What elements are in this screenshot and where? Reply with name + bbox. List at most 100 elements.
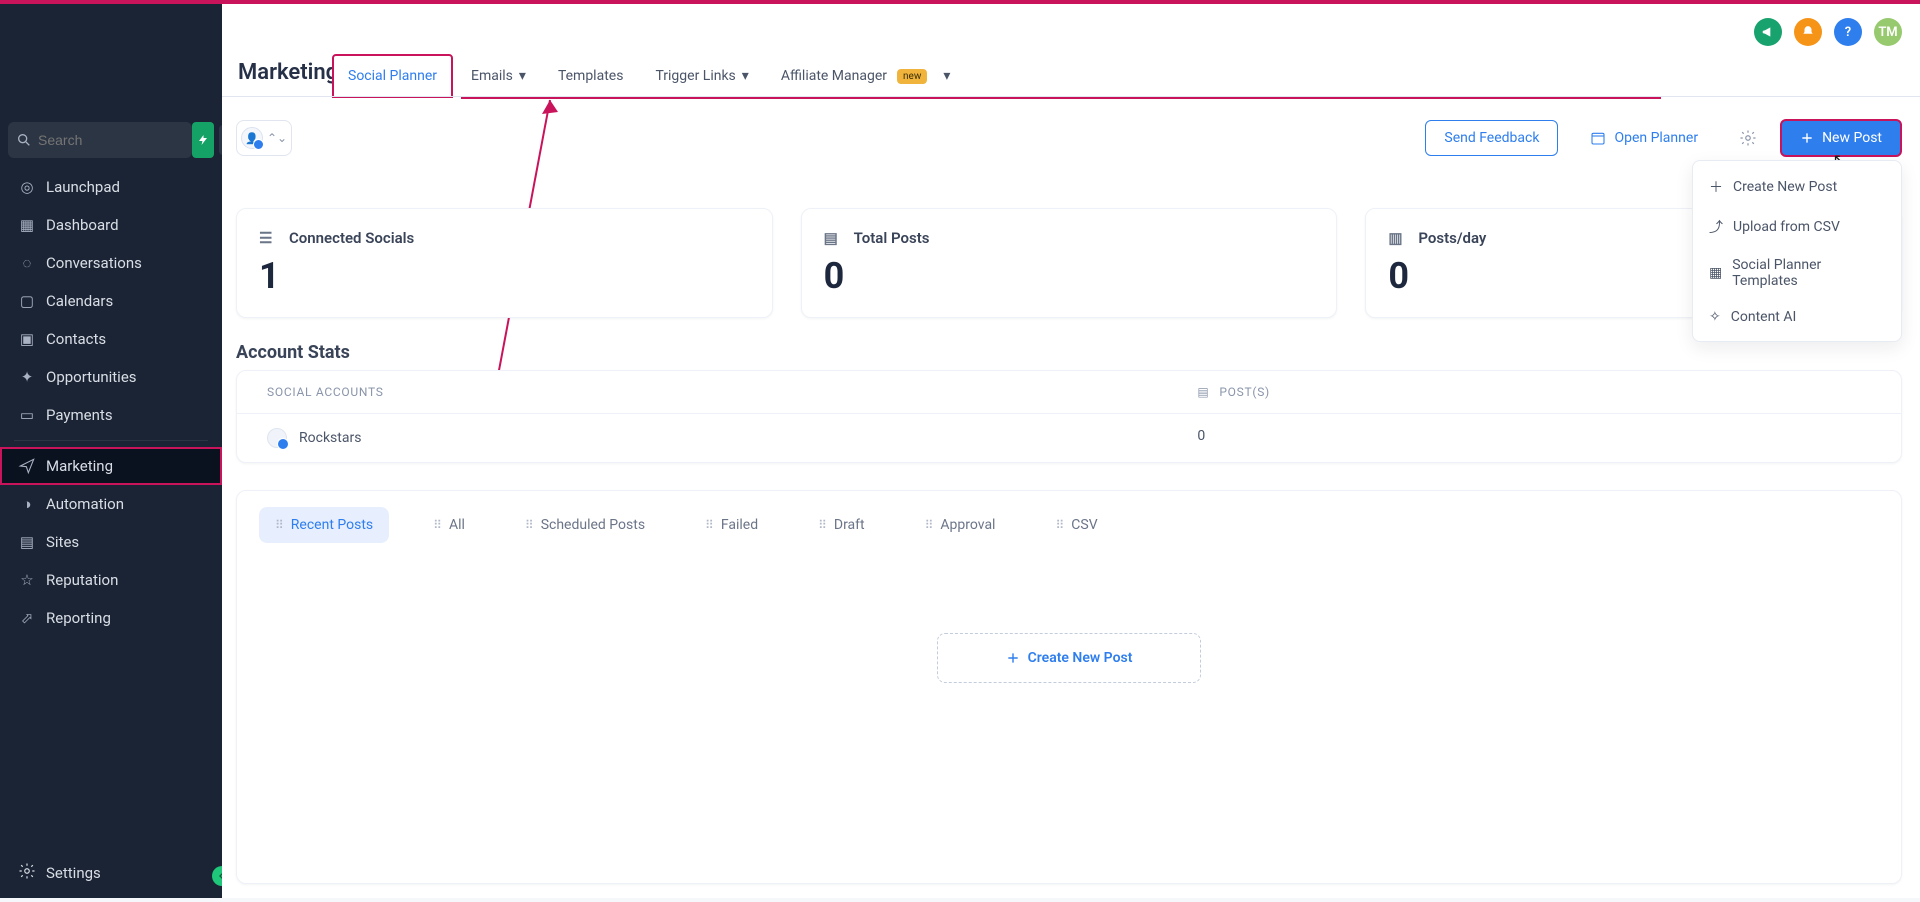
sidebar-item-calendars[interactable]: ▢ Calendars bbox=[0, 282, 222, 320]
announcements-button[interactable] bbox=[1754, 18, 1782, 46]
megaphone-icon bbox=[1761, 25, 1775, 39]
search-icon bbox=[16, 132, 32, 148]
open-planner-button[interactable]: Open Planner bbox=[1572, 120, 1716, 156]
sidebar-item-label: Marketing bbox=[46, 457, 113, 475]
stat-total-posts: ▤Total Posts 0 bbox=[801, 208, 1338, 318]
sidebar-separator bbox=[14, 440, 208, 441]
create-label: Create New Post bbox=[1028, 650, 1133, 666]
stat-connected-socials: ☰ Connected Socials 1 bbox=[236, 208, 773, 318]
account-stats-table: SOCIAL ACCOUNTS ▤POST(S) Rockstars 0 bbox=[236, 370, 1902, 463]
send-icon bbox=[18, 457, 36, 475]
ptab-label: Failed bbox=[721, 517, 758, 533]
tabs: Social Planner Emails ▾ Templates Trigger… bbox=[332, 54, 964, 98]
posts-card: ⠿Recent Posts ⠿All ⠿ Scheduled Posts ⠿ Fai… bbox=[236, 490, 1902, 884]
nodes-icon: ✦ bbox=[18, 368, 36, 386]
ptab-label: CSV bbox=[1071, 517, 1097, 533]
ptab-failed[interactable]: ⠿ Failed bbox=[689, 507, 774, 543]
drag-icon: ⠿ bbox=[705, 518, 713, 532]
star-icon: ☆ bbox=[18, 571, 36, 589]
plus-icon bbox=[1800, 131, 1814, 145]
sidebar-nav: ◎Launchpad ▦Dashboard ◌Conversations ▢ Ca… bbox=[0, 168, 222, 637]
chevron-down-icon: ▾ bbox=[943, 68, 950, 84]
new-badge: new bbox=[897, 69, 927, 84]
help-button[interactable]: ? bbox=[1834, 18, 1862, 46]
notifications-button[interactable] bbox=[1794, 18, 1822, 46]
sidebar-item-label: Contacts bbox=[46, 330, 106, 348]
tab-emails[interactable]: Emails ▾ bbox=[457, 56, 540, 96]
question-icon: ? bbox=[1845, 25, 1851, 40]
tab-templates[interactable]: Templates bbox=[544, 56, 638, 96]
sidebar-item-opportunities[interactable]: ✦ Opportunities bbox=[0, 358, 222, 396]
tab-affiliate-manager[interactable]: Affiliate Manager new ▾ bbox=[767, 56, 965, 96]
stat-label: Posts/day bbox=[1418, 229, 1486, 247]
social-account-selector[interactable]: 👤 ⌃⌄ bbox=[236, 120, 292, 156]
sidebar-item-sites[interactable]: ▤Sites bbox=[0, 523, 222, 561]
dropdown-label: Create New Post bbox=[1733, 179, 1837, 195]
stat-value: 1 bbox=[259, 255, 750, 297]
stat-label: Connected Socials bbox=[289, 229, 414, 247]
upload-icon: ⤴ bbox=[1709, 217, 1723, 237]
dropdown-upload-csv[interactable]: ⤴Upload from CSV bbox=[1693, 207, 1901, 247]
avatar[interactable]: TM bbox=[1874, 18, 1902, 46]
ptab-label: Scheduled Posts bbox=[541, 517, 645, 533]
drag-icon: ⠿ bbox=[925, 518, 933, 532]
sidebar-item-contacts[interactable]: ▣ Contacts bbox=[0, 320, 222, 358]
plus-icon: ＋ bbox=[1709, 177, 1723, 197]
sidebar-item-label: Payments bbox=[46, 406, 113, 424]
sidebar-item-reporting[interactable]: ⬀ Reporting bbox=[0, 599, 222, 637]
drag-icon: ⠿ bbox=[525, 518, 533, 532]
ptab-approval[interactable]: ⠿Approval bbox=[909, 507, 1012, 543]
ptab-recent-posts[interactable]: ⠿Recent Posts bbox=[259, 507, 389, 543]
tab-label: Affiliate Manager bbox=[781, 68, 887, 84]
sidebar-item-label: Reporting bbox=[46, 609, 111, 627]
posts-icon: ▤ bbox=[1197, 385, 1209, 399]
sidebar-item-label: Automation bbox=[46, 495, 124, 513]
rocket-icon: ◎ bbox=[18, 178, 36, 196]
ptab-all[interactable]: ⠿All bbox=[417, 507, 481, 543]
account-posts: 0 bbox=[1197, 428, 1205, 444]
sidebar-item-label: Opportunities bbox=[46, 368, 137, 386]
sidebar-item-payments[interactable]: ▭Payments bbox=[0, 396, 222, 434]
drag-icon: ⠿ bbox=[818, 518, 826, 532]
stat-value: 0 bbox=[824, 255, 1315, 297]
tab-social-planner[interactable]: Social Planner bbox=[332, 54, 453, 98]
sidebar: ctrl K ◎Launchpad ▦Dashboard ◌Conversati… bbox=[0, 4, 222, 898]
toolbar: 👤 ⌃⌄ Send Feedback Open Planner New Post bbox=[236, 116, 1902, 160]
ptab-draft[interactable]: ⠿Draft bbox=[802, 507, 881, 543]
gear-icon bbox=[18, 862, 36, 884]
tab-trigger-links[interactable]: Trigger Links▾ bbox=[641, 56, 762, 96]
chart-icon: ⬀ bbox=[18, 609, 36, 627]
sidebar-item-marketing[interactable]: Marketing bbox=[0, 447, 222, 485]
sidebar-item-conversations[interactable]: ◌Conversations bbox=[0, 244, 222, 282]
plus-icon bbox=[1006, 651, 1020, 665]
send-feedback-button[interactable]: Send Feedback bbox=[1425, 120, 1558, 156]
chevron-down-icon: ▾ bbox=[742, 68, 749, 84]
settings-button[interactable] bbox=[1730, 120, 1766, 156]
columns-icon: ▥ bbox=[1388, 229, 1406, 247]
stack-icon: ☰ bbox=[259, 229, 277, 247]
avatar-initials: TM bbox=[1878, 25, 1897, 40]
calendar-icon bbox=[1590, 130, 1606, 146]
sidebar-item-dashboard[interactable]: ▦Dashboard bbox=[0, 206, 222, 244]
sidebar-item-label: Reputation bbox=[46, 571, 118, 589]
ptab-csv[interactable]: ⠿CSV bbox=[1039, 507, 1113, 543]
sidebar-item-label: Calendars bbox=[46, 292, 113, 310]
table-row[interactable]: Rockstars 0 bbox=[237, 413, 1901, 462]
search-input-wrap[interactable]: ctrl K bbox=[8, 122, 192, 158]
contact-icon: ▣ bbox=[18, 330, 36, 348]
sidebar-item-automation[interactable]: ◑Automation bbox=[0, 485, 222, 523]
create-new-post-box[interactable]: Create New Post bbox=[937, 633, 1201, 683]
dropdown-templates[interactable]: ▦Social Planner Templates bbox=[1693, 247, 1901, 299]
bolt-button[interactable] bbox=[192, 122, 214, 158]
sidebar-item-launchpad[interactable]: ◎Launchpad bbox=[0, 168, 222, 206]
dropdown-content-ai[interactable]: ✧Content AI bbox=[1693, 299, 1901, 335]
chevron-updown-icon: ⌃⌄ bbox=[267, 131, 287, 145]
tab-label: Emails bbox=[471, 68, 513, 84]
dropdown-create-new-post[interactable]: ＋ Create New Post bbox=[1693, 167, 1901, 207]
sidebar-settings[interactable]: Settings bbox=[0, 848, 222, 898]
chevron-down-icon: ▾ bbox=[519, 68, 526, 84]
ptab-scheduled[interactable]: ⠿ Scheduled Posts bbox=[509, 507, 661, 543]
sidebar-item-label: Dashboard bbox=[46, 216, 119, 234]
calendar-icon: ▢ bbox=[18, 292, 36, 310]
sidebar-item-reputation[interactable]: ☆ Reputation bbox=[0, 561, 222, 599]
